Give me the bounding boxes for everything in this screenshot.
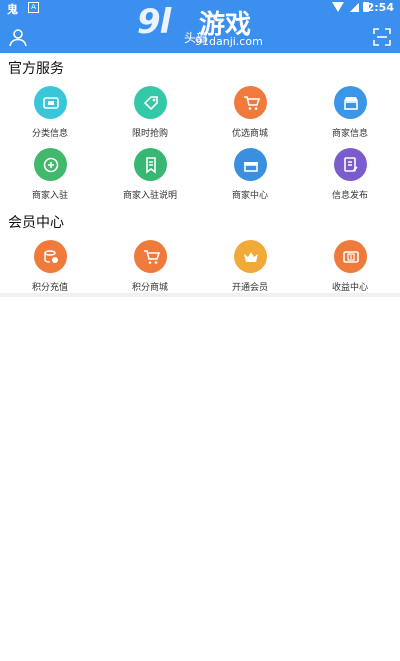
user-icon [9,29,27,47]
grid-item-category-info[interactable]: 分类信息 [5,86,95,142]
tag-icon [134,86,167,119]
grid-item-label: 积分商城 [131,283,168,293]
grid-item-label: 商家信息 [331,129,368,139]
document-edit-icon [334,148,367,181]
grid-item-preferred-mall[interactable]: 优选商城 [205,86,295,142]
grid-item-label: 积分充值 [31,283,68,293]
grid-item-label: 商家中心 [231,191,268,201]
grid-item-label: 商家入驻说明 [122,191,177,201]
scan-button[interactable] [372,27,392,47]
grid-item-merchant-join-guide[interactable]: 商家入驻说明 [105,148,195,204]
crown-icon [234,240,267,273]
category-info-icon [34,86,67,119]
grid-item-open-membership[interactable]: 开通会员 [205,240,295,296]
shopping-cart-icon [234,86,267,119]
coins-icon [34,240,67,273]
grid-item-merchant-join[interactable]: 商家入驻 [5,148,95,204]
grid-item-label: 优选商城 [231,129,268,139]
status-badge-icon: A [28,2,39,13]
store-icon [334,86,367,119]
grid-item-label: 收益中心 [331,283,368,293]
page-title: 头部 [184,31,209,45]
section-divider [0,293,400,297]
grid-item-label: 商家入驻 [31,191,68,201]
user-profile-button[interactable] [8,27,28,47]
wallet-icon [334,240,367,273]
bookmark-icon [134,148,167,181]
grid-item-publish-info[interactable]: 信息发布 [305,148,395,204]
status-time: 2:54 [366,1,394,14]
grid-item-label: 分类信息 [31,129,68,139]
grid-item-label: 开通会员 [231,283,268,293]
grid-item-merchant-center[interactable]: 商家中心 [205,148,295,204]
grid-item-flash-sale[interactable]: 限时抢购 [105,86,195,142]
join-icon [34,148,67,181]
grid-item-merchant-info[interactable]: 商家信息 [305,86,395,142]
signal-icon [349,3,359,12]
watermark-number: 9l [137,2,171,42]
shop-front-icon [234,148,267,181]
shopping-cart-icon [134,240,167,273]
section-title-official-services: 官方服务 [8,61,64,77]
wifi-icon [332,2,344,12]
grid-item-label: 限时抢购 [131,129,168,139]
status-app-glyph: 鬼 [7,3,18,16]
grid-item-earnings-center[interactable]: 收益中心 [305,240,395,296]
top-bar: 鬼 A 2:54 9l 游戏 91danji.com 头部 [0,0,400,53]
grid-item-points-recharge[interactable]: 积分充值 [5,240,95,296]
section-title-member-center: 会员中心 [8,215,64,231]
grid-item-points-mall[interactable]: 积分商城 [105,240,195,296]
scan-icon [373,28,391,46]
grid-item-label: 信息发布 [331,191,368,201]
